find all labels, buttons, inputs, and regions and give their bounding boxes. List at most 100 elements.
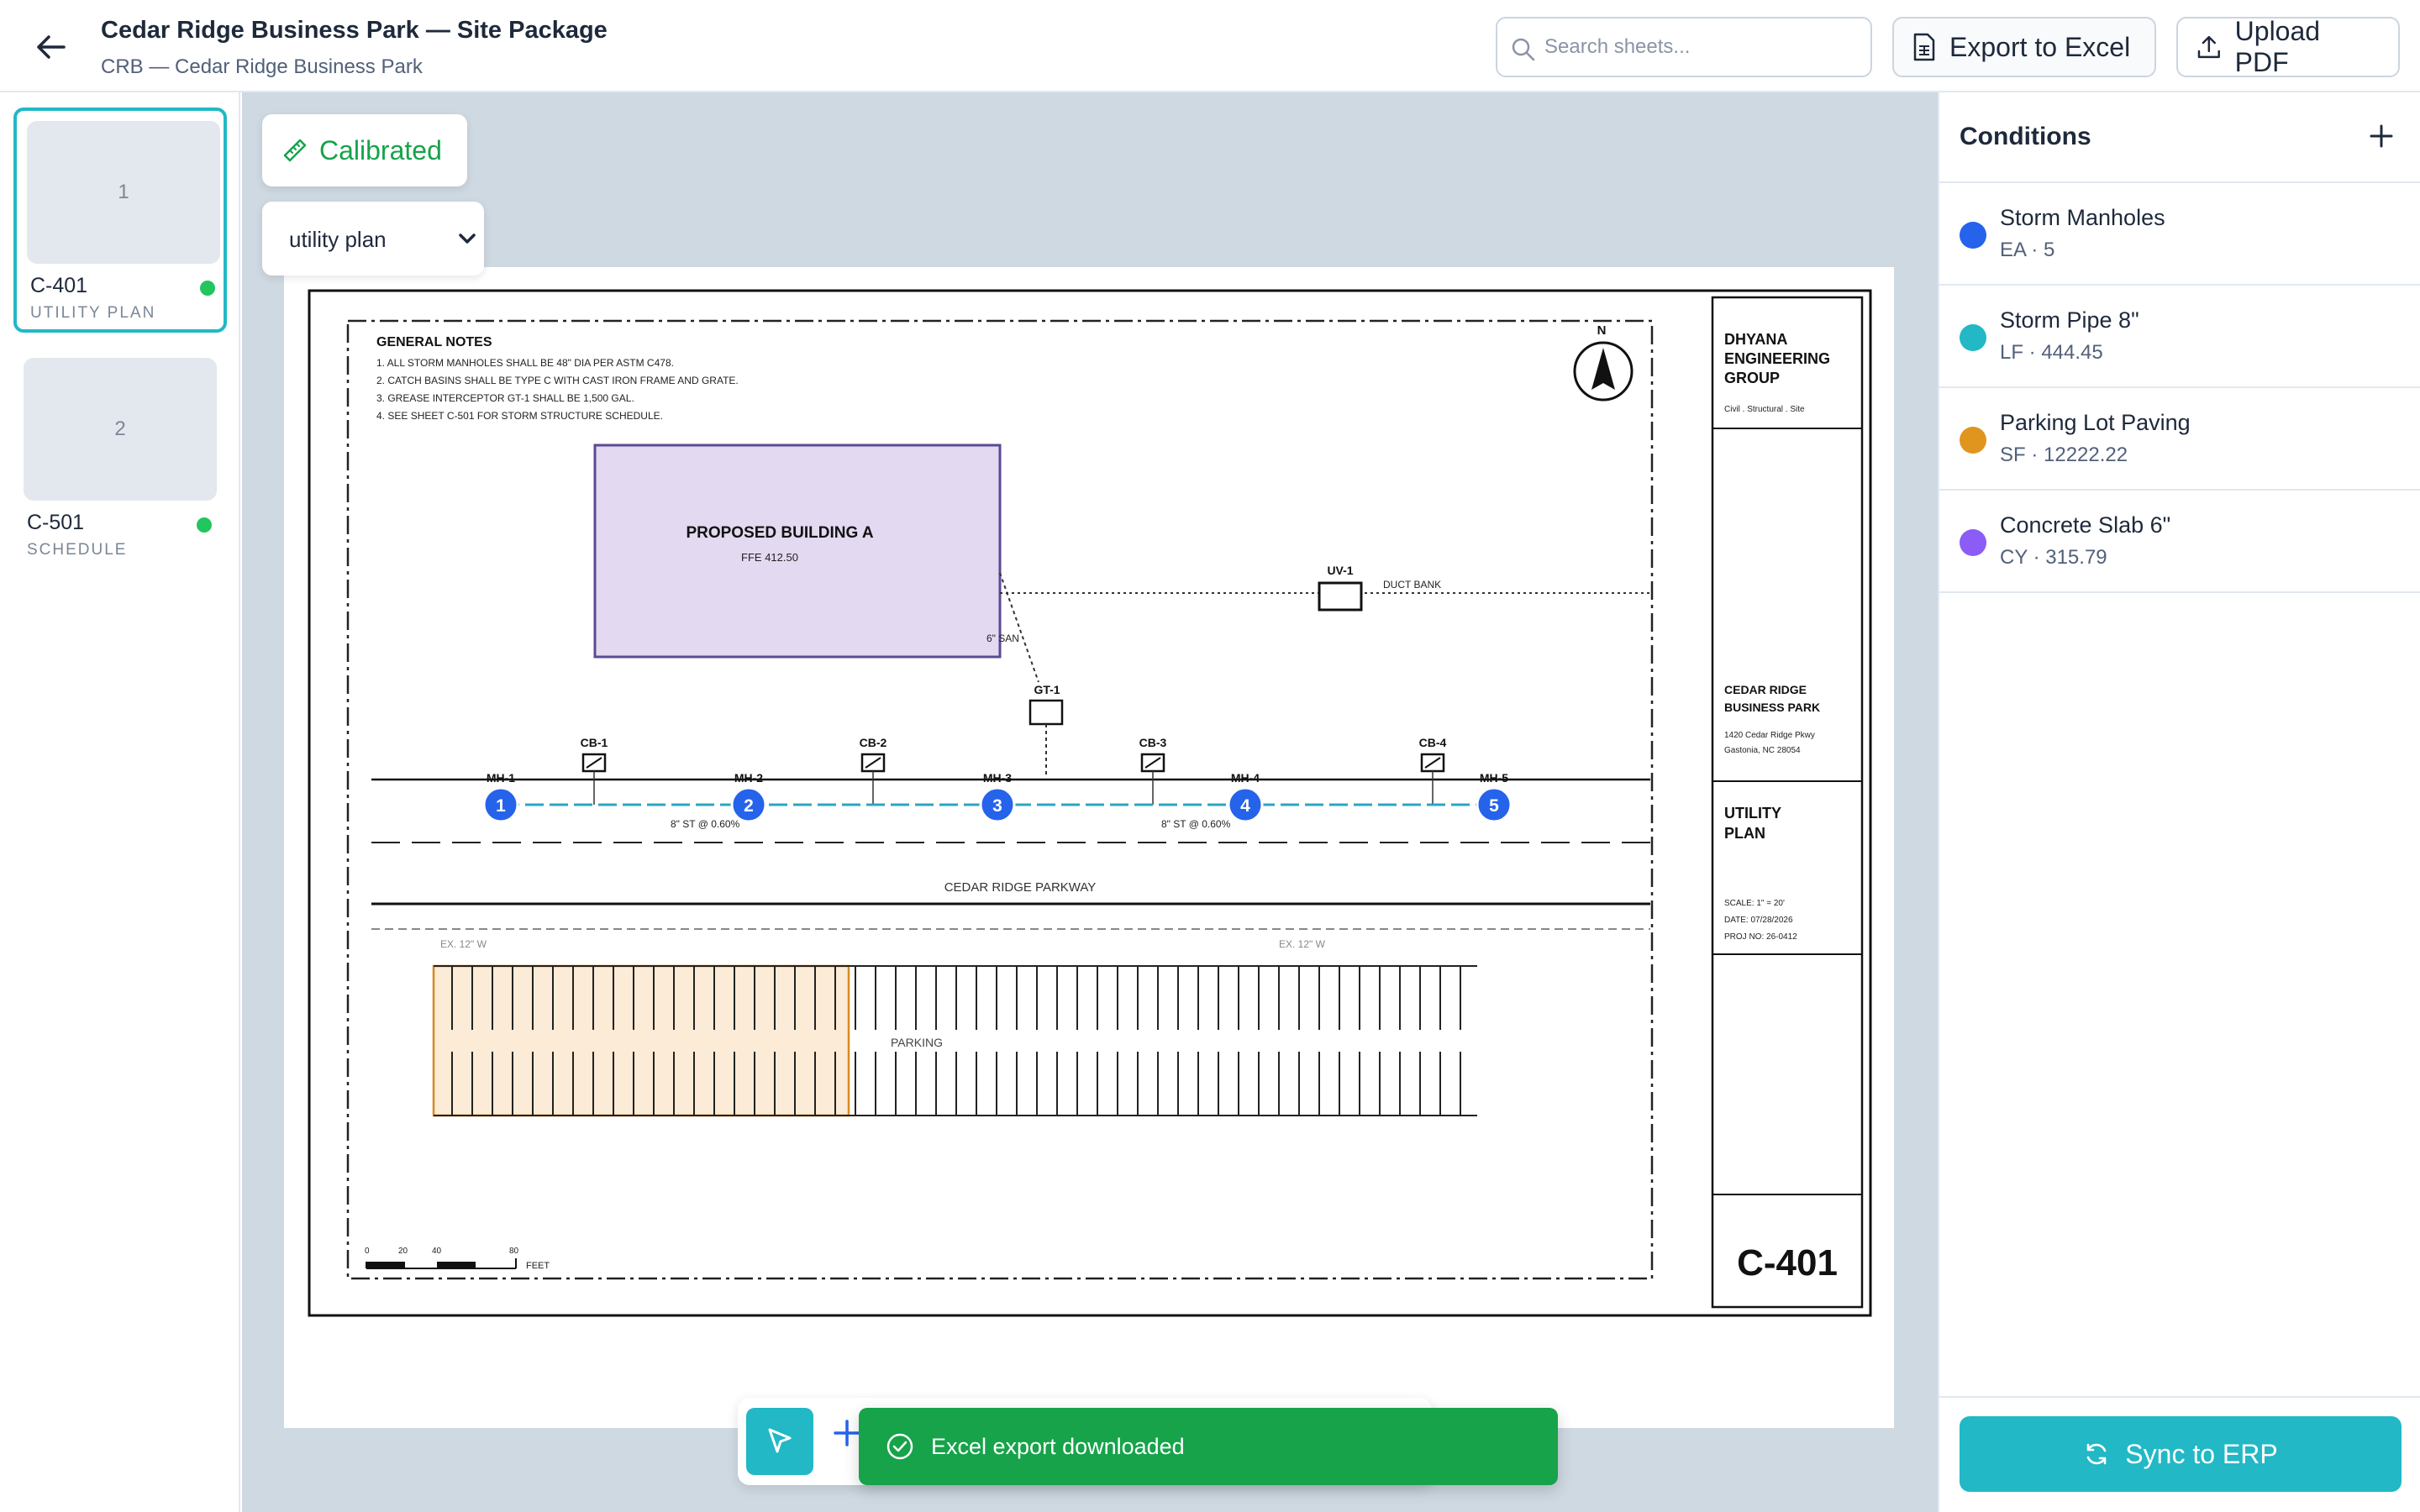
catch-basin-cb4: CB-4 bbox=[1419, 736, 1447, 805]
manhole-label: MH-1 bbox=[487, 771, 515, 785]
conditions-header: Conditions bbox=[1939, 92, 2420, 183]
scale-tick: 80 bbox=[509, 1247, 519, 1256]
condition-name: Storm Manholes bbox=[2000, 205, 2165, 230]
building-name: PROPOSED BUILDING A bbox=[686, 524, 873, 542]
proj-text: PROJ NO: 26-0412 bbox=[1724, 932, 1797, 942]
condition-name: Concrete Slab 6" bbox=[2000, 512, 2171, 538]
scale-tick: 20 bbox=[398, 1247, 408, 1256]
page-subtitle: CRB — Cedar Ridge Business Park bbox=[101, 55, 423, 78]
catch-basin-cb3: CB-3 bbox=[1139, 736, 1167, 805]
parking-label: PARKING bbox=[891, 1036, 943, 1049]
manhole-label: MH-5 bbox=[1480, 771, 1508, 785]
san-label: 6" SAN bbox=[986, 633, 1019, 644]
export-excel-label: Export to Excel bbox=[1949, 31, 2131, 62]
notes-title: GENERAL NOTES bbox=[376, 335, 492, 349]
sheet-card-c501[interactable]: 2 C-501 SCHEDULE bbox=[13, 348, 227, 573]
firm-name-line: DHYANA bbox=[1724, 331, 1787, 348]
condition-name: Storm Pipe 8" bbox=[2000, 307, 2139, 333]
sync-icon bbox=[2086, 1443, 2107, 1465]
note-4: 4. SEE SHEET C-501 FOR STORM STRUCTURE S… bbox=[376, 410, 663, 422]
sheet-status-dot bbox=[200, 281, 215, 296]
manhole-label: MH-3 bbox=[983, 771, 1012, 785]
north-label: N bbox=[1597, 323, 1607, 338]
pipe-label: 8" ST @ 0.60% bbox=[1161, 818, 1231, 830]
upload-pdf-button[interactable]: Upload PDF bbox=[2176, 16, 2400, 77]
sheet-thumbnail: 2 bbox=[24, 358, 217, 501]
pipe-label: 8" ST @ 0.60% bbox=[671, 818, 740, 830]
condition-item[interactable]: Storm Manholes EA · 5 bbox=[1939, 183, 2420, 286]
add-condition-button[interactable] bbox=[2365, 119, 2398, 153]
condition-color-dot bbox=[1960, 222, 1986, 249]
address-line: Gastonia, NC 28054 bbox=[1724, 746, 1801, 755]
sheet-name: SCHEDULE bbox=[27, 541, 128, 559]
sheet-card-c401[interactable]: 1 C-401 UTILITY PLAN bbox=[13, 108, 227, 333]
firm-disciplines: Civil . Structural . Site bbox=[1724, 405, 1805, 414]
condition-color-dot bbox=[1960, 529, 1986, 556]
sync-erp-label: Sync to ERP bbox=[2125, 1438, 2278, 1469]
sheet-type-select[interactable]: utility plan bbox=[262, 202, 484, 276]
project-line: CEDAR RIDGE bbox=[1724, 683, 1807, 696]
scale-tick: 40 bbox=[432, 1247, 442, 1256]
back-button[interactable] bbox=[30, 30, 71, 64]
condition-meta: EA · 5 bbox=[2000, 239, 2055, 261]
building-ffe: FFE 412.50 bbox=[741, 551, 798, 564]
sheet-title-line: UTILITY bbox=[1724, 805, 1781, 822]
scale-tick: 0 bbox=[365, 1247, 370, 1256]
toast-notification: Excel export downloaded bbox=[859, 1408, 1558, 1485]
manhole-marker-1: 1 bbox=[482, 786, 519, 823]
page-title: Cedar Ridge Business Park — Site Package bbox=[101, 17, 608, 44]
svg-text:4: 4 bbox=[1240, 796, 1250, 816]
ruler-icon bbox=[283, 139, 307, 162]
svg-text:CB-3: CB-3 bbox=[1139, 736, 1167, 749]
calibration-badge[interactable]: Calibrated bbox=[262, 114, 467, 186]
note-2: 2. CATCH BASINS SHALL BE TYPE C WITH CAS… bbox=[376, 375, 739, 386]
manhole-label: MH-4 bbox=[1231, 771, 1260, 785]
uv-label: UV-1 bbox=[1327, 564, 1353, 577]
sync-erp-button[interactable]: Sync to ERP bbox=[1960, 1416, 2402, 1492]
sheet-sidebar: 1 C-401 UTILITY PLAN 2 C-501 SCHEDULE bbox=[0, 92, 240, 1512]
project-line: BUSINESS PARK bbox=[1724, 701, 1820, 714]
select-tool-button[interactable] bbox=[746, 1408, 813, 1475]
export-excel-button[interactable]: Export to Excel bbox=[1892, 17, 2156, 77]
duct-label: DUCT BANK bbox=[1383, 579, 1441, 591]
condition-meta: LF · 444.45 bbox=[2000, 341, 2103, 364]
firm-name-line: ENGINEERING bbox=[1724, 350, 1830, 367]
search-input[interactable] bbox=[1544, 18, 1864, 76]
utility-vault-uv1 bbox=[1318, 581, 1363, 612]
app-header: Cedar Ridge Business Park — Site Package… bbox=[0, 0, 2420, 92]
search-icon bbox=[1512, 38, 1535, 61]
address-line: 1420 Cedar Ridge Pkwy bbox=[1724, 731, 1815, 740]
condition-name: Parking Lot Paving bbox=[2000, 410, 2191, 435]
catch-basin-cb2: CB-2 bbox=[860, 736, 887, 805]
svg-text:3: 3 bbox=[992, 796, 1002, 816]
catch-basin-cb1: CB-1 bbox=[581, 736, 608, 805]
condition-item[interactable]: Storm Pipe 8" LF · 444.45 bbox=[1939, 286, 2420, 388]
scale-text: SCALE: 1" = 20' bbox=[1724, 899, 1785, 908]
manhole-marker-4: 4 bbox=[1227, 786, 1264, 823]
back-arrow-icon bbox=[37, 35, 66, 59]
toast-message: Excel export downloaded bbox=[931, 1433, 1185, 1459]
conditions-panel: Conditions Storm Manholes EA · 5 Storm P… bbox=[1938, 92, 2420, 1512]
upload-pdf-label: Upload PDF bbox=[2234, 16, 2321, 77]
note-3: 3. GREASE INTERCEPTOR GT-1 SHALL BE 1,50… bbox=[376, 392, 634, 404]
condition-color-dot bbox=[1960, 427, 1986, 454]
condition-meta: SF · 12222.22 bbox=[2000, 444, 2128, 466]
water-label: EX. 12" W bbox=[440, 938, 487, 950]
road-label: CEDAR RIDGE PARKWAY bbox=[944, 880, 1097, 895]
cursor-icon bbox=[768, 1428, 792, 1453]
check-circle-icon bbox=[886, 1433, 913, 1460]
scale-bar bbox=[366, 1262, 405, 1268]
firm-name-line: GROUP bbox=[1724, 370, 1780, 386]
water-label: EX. 12" W bbox=[1279, 938, 1326, 950]
drawing-canvas[interactable]: GENERAL NOTES 1. ALL STORM MANHOLES SHAL… bbox=[242, 92, 1938, 1512]
file-spreadsheet-icon bbox=[1913, 33, 1935, 61]
condition-item[interactable]: Parking Lot Paving SF · 12222.22 bbox=[1939, 388, 2420, 491]
sheet-number: C-501 bbox=[27, 511, 85, 534]
search-box[interactable] bbox=[1496, 17, 1872, 77]
svg-text:CB-4: CB-4 bbox=[1419, 736, 1447, 749]
grease-interceptor-gt1 bbox=[1028, 699, 1064, 726]
svg-text:CB-1: CB-1 bbox=[581, 736, 608, 749]
manhole-label: MH-2 bbox=[734, 771, 763, 785]
drawing-sheet[interactable]: GENERAL NOTES 1. ALL STORM MANHOLES SHAL… bbox=[284, 267, 1894, 1428]
condition-item[interactable]: Concrete Slab 6" CY · 315.79 bbox=[1939, 491, 2420, 593]
